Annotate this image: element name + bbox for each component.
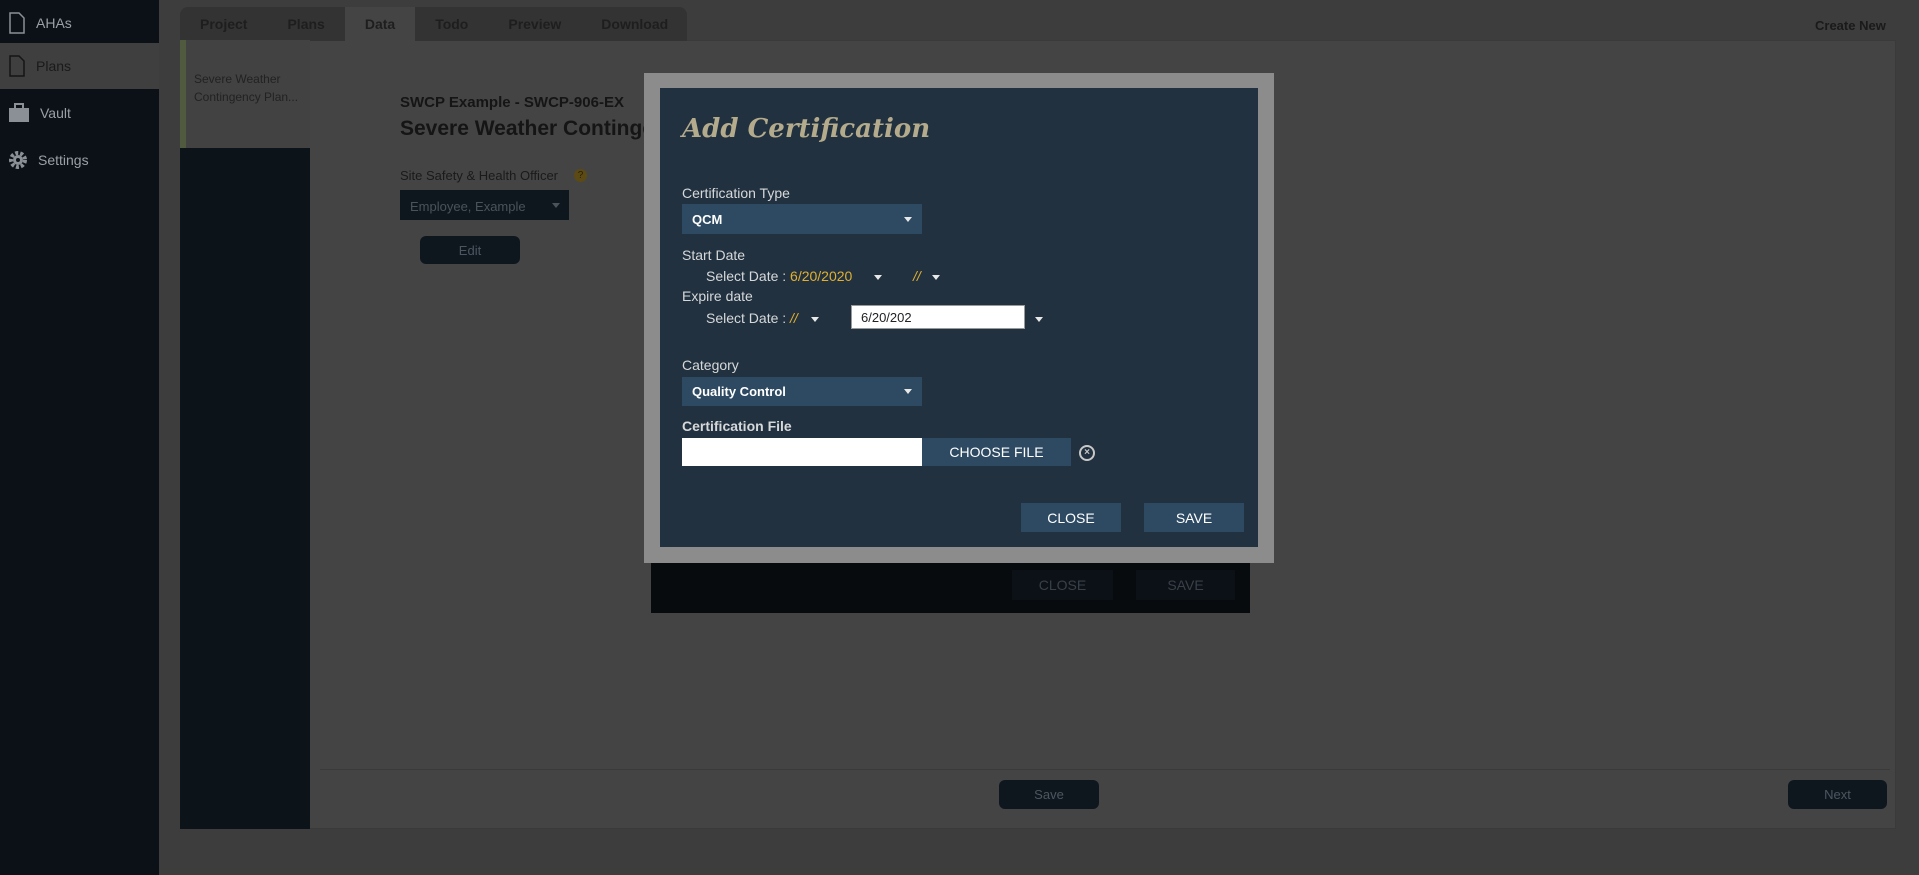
edit-button[interactable]: Edit: [420, 236, 520, 264]
tab-plans[interactable]: Plans: [267, 7, 344, 41]
sidebar-item-label: Vault: [40, 105, 71, 121]
sidebar-item-label: Settings: [38, 152, 89, 168]
sidebar: AHAs Plans Vault Settings: [0, 0, 159, 875]
cert-type-label: Certification Type: [682, 185, 790, 201]
expire-date-input[interactable]: 6/20/202: [851, 305, 1025, 329]
help-icon[interactable]: ?: [574, 169, 587, 182]
cert-type-value: QCM: [692, 211, 723, 227]
tab-bar: Project Plans Data Todo Preview Download: [180, 7, 687, 41]
sidebar-item-ahas[interactable]: AHAs: [0, 0, 159, 46]
background-close-button: CLOSE: [1012, 570, 1113, 600]
save-button[interactable]: SAVE: [1144, 503, 1244, 532]
tab-todo[interactable]: Todo: [415, 7, 488, 41]
file-path-input[interactable]: [682, 438, 922, 466]
start-time-value[interactable]: //: [913, 268, 921, 284]
start-date-label: Start Date: [682, 247, 746, 263]
save-button[interactable]: Save: [999, 780, 1099, 809]
sidebar-item-label: AHAs: [36, 15, 72, 31]
start-date-value[interactable]: 6/20/2020: [790, 268, 852, 284]
expire-date-label: Expire date: [682, 288, 753, 304]
category-value: Quality Control: [692, 384, 786, 399]
chevron-down-icon: [904, 217, 912, 222]
tab-data[interactable]: Data: [344, 7, 416, 41]
start-date-row: Select Date : 6/20/2020: [706, 268, 852, 284]
chevron-down-icon: [552, 203, 560, 208]
briefcase-icon: [9, 103, 29, 122]
modal-title: Add Certification: [682, 114, 931, 144]
add-certification-modal: Add Certification Certification Type QCM…: [660, 88, 1258, 547]
start-date-dropdown-icon[interactable]: [874, 275, 882, 280]
officer-select[interactable]: Employee, Example: [400, 190, 569, 220]
create-new-link[interactable]: Create New: [1815, 18, 1886, 33]
chevron-down-icon: [904, 389, 912, 394]
cert-type-select[interactable]: QCM: [682, 204, 922, 234]
officer-label: Site Safety & Health Officer: [400, 168, 558, 183]
divider: [320, 769, 1890, 770]
gear-icon: [9, 151, 27, 169]
tab-download[interactable]: Download: [581, 7, 688, 41]
list-panel: [180, 148, 310, 829]
tab-preview[interactable]: Preview: [488, 7, 581, 41]
clear-file-icon[interactable]: ×: [1079, 445, 1095, 461]
expire-date-dropdown-icon[interactable]: [811, 317, 819, 322]
sidebar-item-settings[interactable]: Settings: [0, 137, 159, 183]
expire-date-value[interactable]: //: [790, 310, 798, 326]
document-icon: [9, 12, 25, 34]
list-item[interactable]: Severe Weather Contingency Plan...: [180, 40, 310, 148]
sidebar-item-plans[interactable]: Plans: [0, 43, 159, 89]
expire-time-dropdown-icon[interactable]: [1035, 317, 1043, 322]
page-title: Severe Weather Contingen: [400, 117, 667, 140]
category-label: Category: [682, 357, 739, 373]
plan-subtitle: SWCP Example - SWCP-906-EX: [400, 94, 624, 111]
select-date-label: Select Date :: [706, 268, 787, 284]
tab-project[interactable]: Project: [180, 7, 267, 41]
start-time-dropdown-icon[interactable]: [932, 275, 940, 280]
cert-file-label: Certification File: [682, 418, 792, 434]
sidebar-item-label: Plans: [36, 58, 72, 74]
document-icon: [9, 55, 25, 77]
officer-value: Employee, Example: [410, 199, 526, 214]
sidebar-item-vault[interactable]: Vault: [0, 90, 159, 136]
next-button[interactable]: Next: [1788, 780, 1887, 809]
close-button[interactable]: CLOSE: [1021, 503, 1121, 532]
select-date-label: Select Date :: [706, 310, 787, 326]
expire-date-row: Select Date : //: [706, 310, 798, 326]
background-save-button: SAVE: [1136, 570, 1235, 600]
choose-file-button[interactable]: CHOOSE FILE: [922, 438, 1071, 466]
category-select[interactable]: Quality Control: [682, 377, 922, 406]
